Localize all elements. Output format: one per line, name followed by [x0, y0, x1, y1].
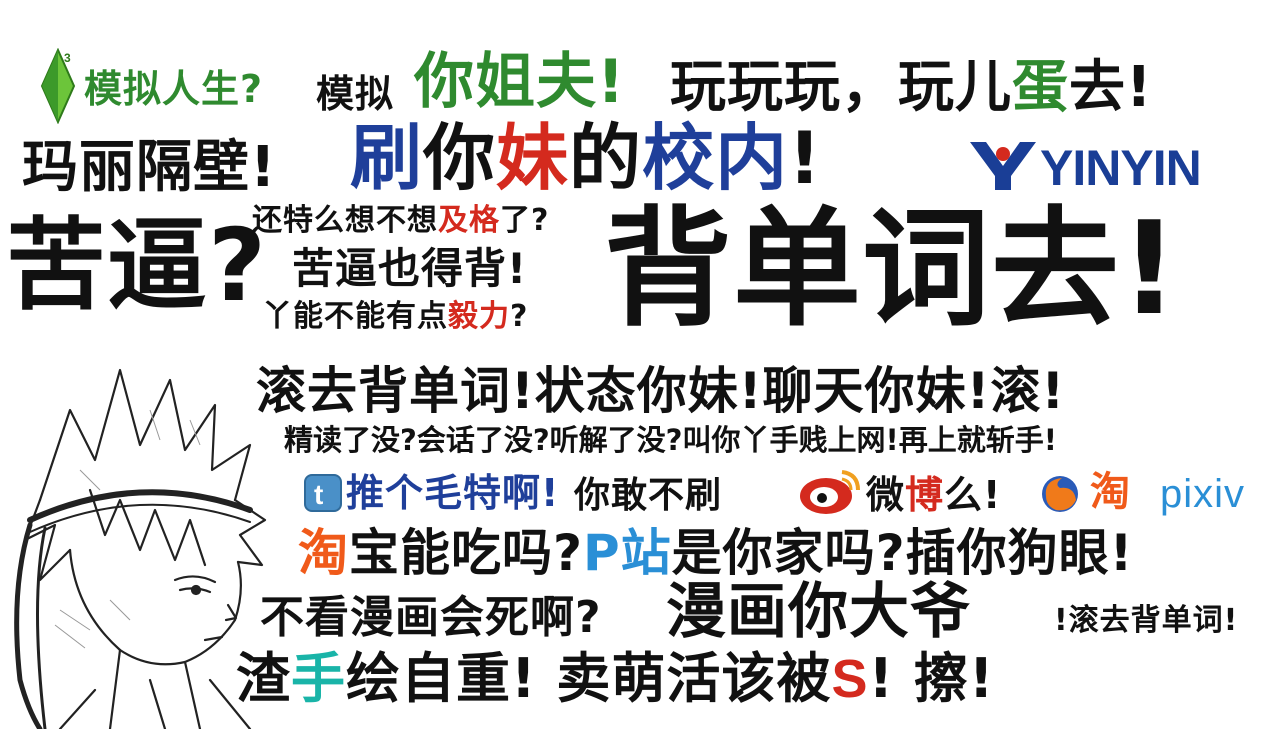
bo-text: 博: [905, 473, 945, 517]
taobao-logo-text: 淘: [1090, 469, 1131, 515]
jiefu-text: 你姐夫!: [414, 47, 626, 117]
q1c: 了?: [500, 203, 550, 238]
yinyin-text: YINYIN: [1040, 140, 1202, 196]
question-3: 丫能不能有点毅力?: [262, 302, 528, 332]
wei-text: 微: [866, 473, 906, 517]
gun-qu-text: 滚去背单词!状态你妹!聊天你妹!滚!: [256, 362, 1066, 420]
wan-text: 玩玩玩，玩儿: [670, 55, 1012, 120]
xiaonei-text: 校内: [642, 116, 789, 200]
svg-text:3: 3: [64, 51, 71, 65]
pixiv-text: pixiv: [1160, 472, 1246, 516]
dare-text: 你敢不刷: [574, 475, 723, 516]
zhashou-line: 渣手绘自重! 卖萌活该被S! 擦!: [236, 647, 995, 710]
yinyin-logo-icon: [968, 140, 1038, 192]
wanwan-text: 玩玩玩，玩儿蛋去!: [670, 60, 1153, 116]
rest2-text: 是你家吗?插你狗眼!: [671, 524, 1134, 582]
bang-text: !: [788, 116, 822, 200]
shua-text: 刷: [350, 116, 424, 200]
question-1: 还特么想不想及格了?: [252, 206, 549, 236]
zha-text: 渣: [236, 647, 291, 710]
kubi-text: 苦逼?: [6, 207, 268, 324]
svg-text:t: t: [314, 479, 323, 510]
sims-plumbob-icon: 3: [36, 48, 80, 124]
mali-text: 玛丽隔壁!: [22, 135, 277, 200]
question-2: 苦逼也得背!: [292, 244, 528, 293]
weibo-icon: [796, 464, 864, 516]
twitter-text: 推个毛特啊!: [346, 471, 560, 515]
tao-text: 淘: [298, 524, 349, 582]
q1b-jige: 及格: [438, 203, 500, 238]
q3c: ?: [510, 299, 529, 334]
pzhan-text: P站: [583, 524, 672, 582]
shou-text: 手: [291, 647, 346, 710]
sims-text: 模拟人生?: [84, 67, 264, 111]
q3b-yili: 毅力: [448, 299, 510, 334]
q1a: 还特么想不想: [252, 203, 438, 238]
ni-text: 你: [423, 116, 497, 200]
shua-xiaonei-text: 刷你妹的校内!: [350, 122, 822, 194]
taobao-line: 淘宝能吃吗?P站是你家吗?插你狗眼!: [298, 528, 1133, 578]
qu-text: 去!: [1069, 55, 1153, 120]
twitter-icon: t: [304, 474, 342, 512]
firefox-icon: [1040, 474, 1080, 514]
manhua-b-text: 漫画你大爷: [666, 577, 971, 647]
manhua-a-text: 不看漫画会死啊?: [260, 592, 602, 643]
jingdu-text: 精读了没?会话了没?听解了没?叫你丫手贱上网!再上就斩手!: [284, 423, 1057, 457]
fake-moni-text: 模拟: [316, 72, 395, 116]
q3a: 丫能不能有点: [262, 299, 448, 334]
poster: 3 模拟人生? 模拟 你姐夫! 玩玩玩，玩儿蛋去! 玛丽隔壁! 刷你妹的校内 ! …: [0, 0, 1278, 729]
me-text: 么!: [944, 473, 1002, 517]
big-beidanci-text: 背单词去!: [604, 195, 1180, 344]
dan-text: 蛋: [1012, 55, 1069, 120]
rest2-9-text: ! 擦!: [868, 647, 995, 710]
weibo-text: 微博么!: [866, 476, 1001, 514]
de-text: 的: [569, 116, 643, 200]
mei-text: 妹: [496, 116, 570, 200]
s-text: S: [831, 649, 869, 709]
manhua-c-text: !滚去背单词!: [1054, 603, 1239, 638]
rest1-9-text: 绘自重! 卖萌活该被: [346, 647, 832, 710]
rest1-text: 宝能吃吗?: [349, 524, 584, 582]
